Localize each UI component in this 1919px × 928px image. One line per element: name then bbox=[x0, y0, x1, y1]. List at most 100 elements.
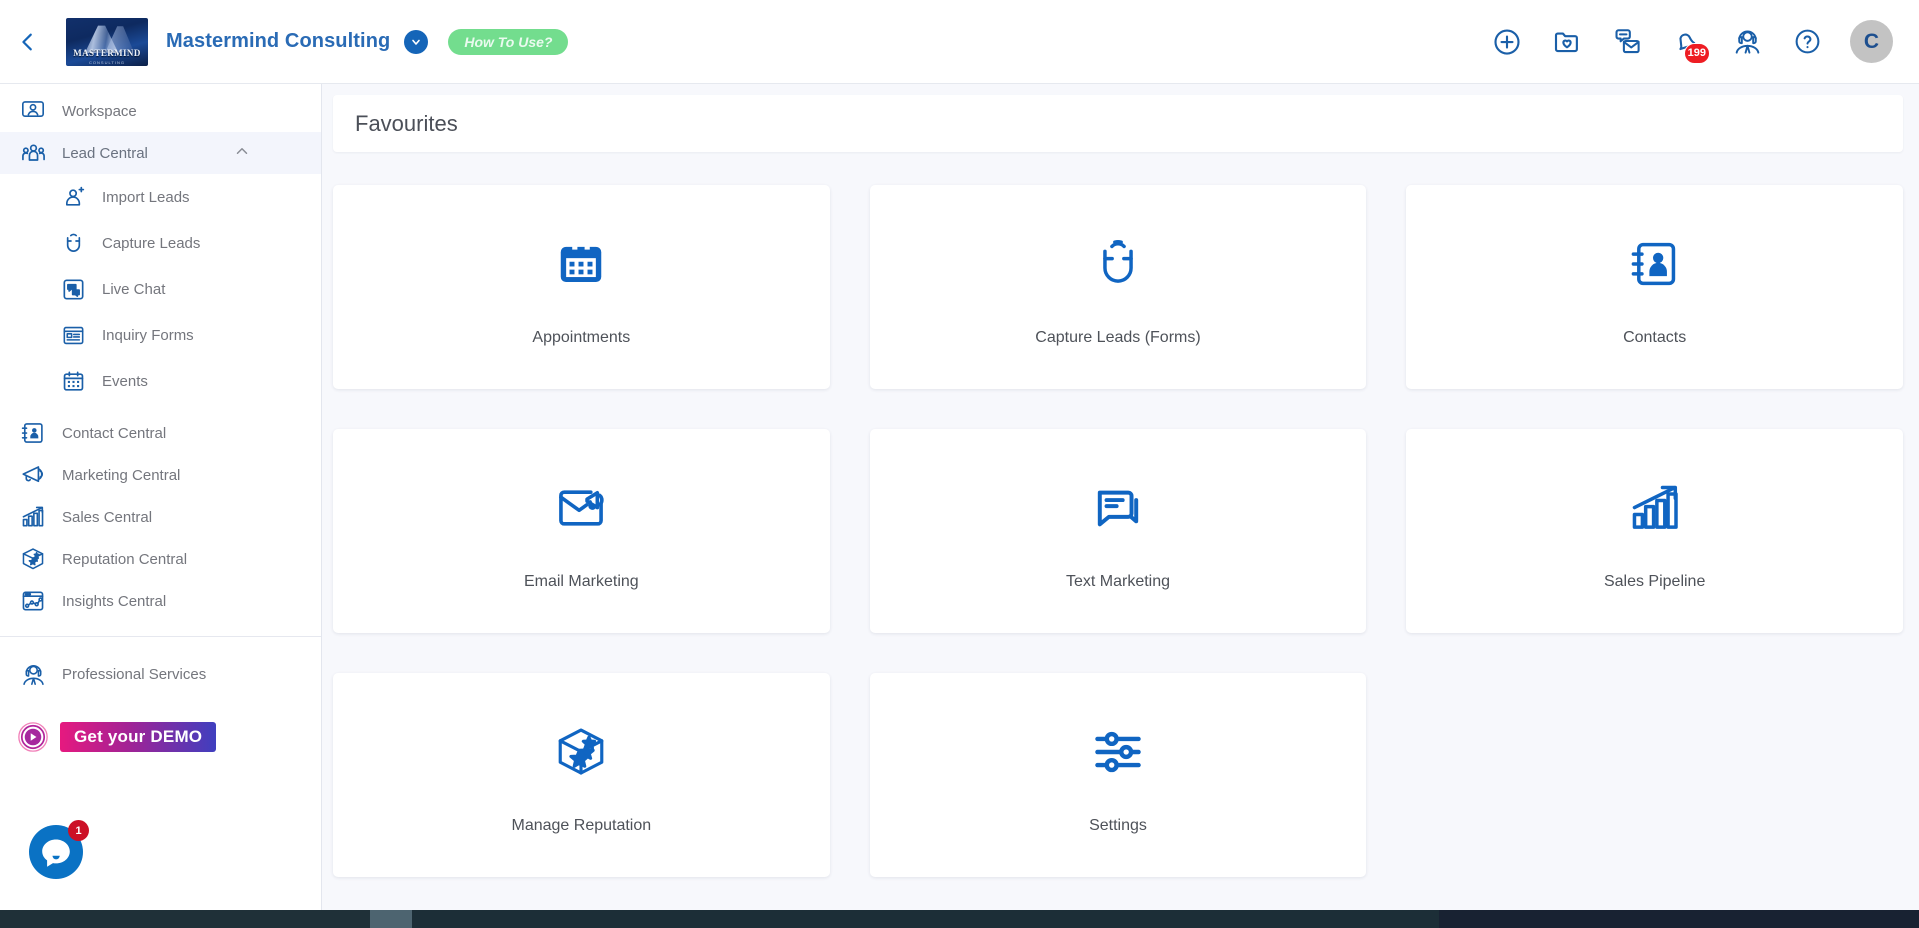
sidebar-item-label: Professional Services bbox=[62, 665, 207, 683]
contact-book-icon bbox=[1628, 227, 1682, 301]
get-demo-button[interactable]: Get your DEMO bbox=[60, 722, 217, 752]
megaphone-icon bbox=[14, 462, 52, 488]
back-button[interactable] bbox=[0, 0, 56, 84]
favorites-folder-icon bbox=[1554, 31, 1578, 52]
bar-chart-arrow-icon bbox=[14, 504, 52, 530]
sidebar-item-marketing-central[interactable]: Marketing Central bbox=[0, 454, 321, 496]
help-button[interactable] bbox=[1790, 25, 1824, 59]
favourites-grid: Appointments Capture Leads (Forms) Conta… bbox=[322, 152, 1919, 877]
support-agent-icon bbox=[1735, 30, 1759, 54]
magnet-icon bbox=[1091, 227, 1145, 301]
card-label: Email Marketing bbox=[523, 573, 639, 590]
sidebar-item-label: Contact Central bbox=[62, 424, 167, 442]
insights-window-icon bbox=[14, 588, 52, 614]
play-circle-icon[interactable] bbox=[14, 721, 52, 753]
card-label: Contacts bbox=[1623, 329, 1687, 346]
messages-button[interactable] bbox=[1610, 25, 1644, 59]
sidebar-item-contact-central[interactable]: Contact Central bbox=[0, 412, 321, 454]
favorites-button[interactable] bbox=[1550, 25, 1584, 59]
sidebar-item-lead-central[interactable]: Lead Central bbox=[0, 132, 321, 174]
card-email-marketing[interactable]: Email Marketing bbox=[333, 429, 830, 633]
chevron-left-icon bbox=[22, 33, 32, 50]
sidebar-item-label: Sales Central bbox=[62, 508, 153, 526]
card-label: Appointments bbox=[532, 329, 631, 346]
live-chat-icon bbox=[54, 277, 92, 302]
magnet-icon bbox=[54, 231, 92, 256]
help-icon bbox=[1795, 29, 1819, 54]
taskbar-segment-middle bbox=[412, 910, 1439, 928]
user-avatar[interactable]: C bbox=[1850, 20, 1893, 63]
sidebar-item-reputation-central[interactable]: Reputation Central bbox=[0, 538, 321, 580]
chat-messages-icon bbox=[1090, 471, 1146, 545]
top-header: MASTERMIND CONSULTING Mastermind Consult… bbox=[0, 0, 1919, 84]
sidebar-item-import-leads[interactable]: Import Leads bbox=[0, 174, 321, 220]
add-icon bbox=[1494, 28, 1520, 55]
chevron-up-icon[interactable] bbox=[233, 142, 251, 165]
inquiry-forms-icon bbox=[54, 323, 92, 348]
sidebar-item-label: Marketing Central bbox=[62, 466, 181, 484]
demo-row: Get your DEMO bbox=[0, 721, 321, 753]
card-label: Settings bbox=[1089, 817, 1147, 834]
company-name: Mastermind Consulting bbox=[166, 30, 391, 52]
sidebar-item-label: Import Leads bbox=[102, 188, 190, 206]
chat-unread-badge: 1 bbox=[68, 820, 89, 841]
chevron-down-icon bbox=[412, 39, 421, 45]
sidebar-item-capture-leads[interactable]: Capture Leads bbox=[0, 220, 321, 266]
card-sales-pipeline[interactable]: Sales Pipeline bbox=[1406, 429, 1903, 633]
reputation-box-icon bbox=[14, 546, 52, 572]
calendar-filled-icon bbox=[554, 227, 608, 301]
lead-central-icon bbox=[14, 140, 52, 167]
app-root: MASTERMIND CONSULTING Mastermind Consult… bbox=[0, 0, 1919, 928]
sidebar-item-label: Events bbox=[102, 372, 148, 390]
sidebar-item-label: Insights Central bbox=[62, 592, 167, 610]
card-label: Sales Pipeline bbox=[1603, 573, 1706, 590]
support-button[interactable] bbox=[1730, 25, 1764, 59]
taskbar-segment-right bbox=[1439, 910, 1919, 928]
sidebar-item-label: Live Chat bbox=[102, 280, 166, 298]
os-taskbar bbox=[0, 910, 1919, 928]
sidebar-item-label: Inquiry Forms bbox=[102, 326, 194, 344]
page-title-bar: Favourites bbox=[333, 95, 1903, 152]
reputation-box-icon bbox=[553, 715, 609, 789]
notifications-button[interactable]: 199 bbox=[1670, 25, 1710, 64]
card-capture-leads-forms[interactable]: Capture Leads (Forms) bbox=[869, 185, 1367, 389]
how-to-use-button[interactable]: How To Use? bbox=[448, 28, 569, 55]
import-leads-icon bbox=[54, 185, 92, 210]
page-title: Favourites bbox=[355, 110, 458, 136]
card-label: Text Marketing bbox=[1065, 573, 1171, 590]
add-button[interactable] bbox=[1490, 25, 1524, 59]
sidebar-item-inquiry-forms[interactable]: Inquiry Forms bbox=[0, 312, 321, 358]
sidebar-item-sales-central[interactable]: Sales Central bbox=[0, 496, 321, 538]
sidebar-item-label: Reputation Central bbox=[62, 550, 188, 568]
sidebar-item-label: Workspace bbox=[62, 102, 137, 120]
sliders-icon bbox=[1090, 715, 1146, 789]
sidebar-divider bbox=[0, 636, 321, 637]
sidebar-item-live-chat[interactable]: Live Chat bbox=[0, 266, 321, 312]
chat-widget-button[interactable]: 1 bbox=[28, 820, 89, 880]
card-empty-slot bbox=[1406, 673, 1903, 877]
company-switcher-button[interactable] bbox=[404, 29, 429, 54]
sidebar-item-label: Capture Leads bbox=[102, 234, 201, 252]
sidebar-item-workspace[interactable]: Workspace bbox=[0, 90, 321, 132]
sidebar-item-events[interactable]: Events bbox=[0, 358, 321, 404]
messages-icon bbox=[1614, 29, 1640, 54]
calendar-icon bbox=[54, 369, 92, 394]
sidebar-item-label: Lead Central bbox=[62, 144, 148, 162]
card-appointments[interactable]: Appointments bbox=[333, 185, 830, 389]
card-settings[interactable]: Settings bbox=[869, 673, 1367, 877]
sidebar-item-insights-central[interactable]: Insights Central bbox=[0, 580, 321, 622]
logo-subtext: CONSULTING bbox=[89, 59, 125, 65]
card-contacts[interactable]: Contacts bbox=[1406, 185, 1903, 389]
main-content: Favourites Appointments Capture Leads (F… bbox=[322, 84, 1919, 910]
notification-badge: 199 bbox=[1683, 42, 1710, 64]
card-label: Capture Leads (Forms) bbox=[1035, 329, 1201, 346]
sidebar-item-professional-services[interactable]: Professional Services bbox=[0, 653, 321, 695]
email-megaphone-icon bbox=[553, 471, 609, 545]
card-manage-reputation[interactable]: Manage Reputation bbox=[333, 673, 830, 877]
header-icon-group: 199 C bbox=[1490, 20, 1919, 64]
support-agent-icon bbox=[14, 661, 52, 688]
card-text-marketing[interactable]: Text Marketing bbox=[869, 429, 1367, 633]
taskbar-active-window[interactable] bbox=[370, 910, 412, 928]
bar-chart-arrow-icon bbox=[1627, 471, 1683, 545]
logo-wordmark: MASTERMIND bbox=[73, 47, 141, 58]
